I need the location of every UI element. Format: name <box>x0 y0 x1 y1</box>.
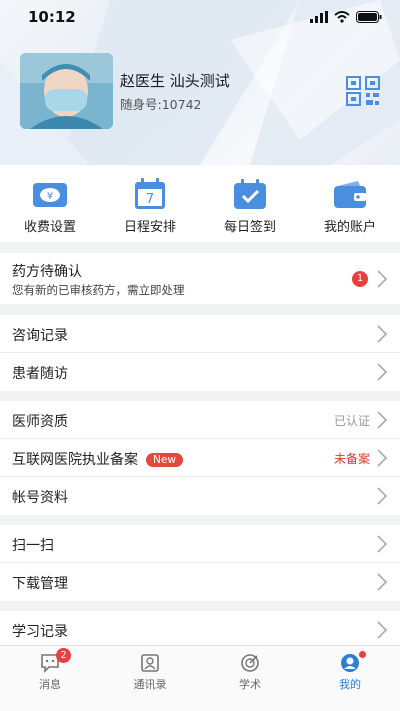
chevron-right-icon <box>377 535 387 553</box>
tab-label: 消息 <box>39 678 61 691</box>
doctor-id: 随身号:10742 <box>120 97 202 112</box>
quick-action-label: 每日签到 <box>223 220 276 235</box>
calendar-icon: 7 <box>135 178 165 209</box>
wifi-icon <box>334 11 350 23</box>
quick-action-fee-settings[interactable]: ¥ 收费设置 <box>0 165 100 242</box>
row-title: 药方待确认 <box>12 264 82 280</box>
new-tag: New <box>146 453 183 467</box>
checkin-icon <box>234 179 266 209</box>
row-title: 下载管理 <box>12 576 68 592</box>
tab-label: 学术 <box>239 678 261 691</box>
contacts-icon <box>141 654 159 672</box>
row-title: 医师资质 <box>12 414 68 430</box>
avatar[interactable] <box>20 53 113 129</box>
physician-qualification-row[interactable]: 医师资质 已认证 <box>0 401 400 439</box>
notification-badge: 1 <box>352 271 368 287</box>
scan-row[interactable]: 扫一扫 <box>0 525 400 563</box>
status-bar: 10:12 <box>0 0 400 34</box>
chevron-right-icon <box>377 621 387 639</box>
notification-dot <box>359 651 366 658</box>
quick-action-account[interactable]: 我的账户 <box>300 165 400 242</box>
tools-section: 扫一扫 下载管理 <box>0 525 400 601</box>
signal-icon <box>310 11 328 23</box>
chevron-right-icon <box>377 573 387 591</box>
wallet-icon <box>334 181 366 208</box>
chevron-right-icon <box>377 270 387 288</box>
tab-badge: 2 <box>56 648 71 663</box>
quick-action-label: 收费设置 <box>23 220 76 235</box>
chevron-right-icon <box>377 487 387 505</box>
tab-academic[interactable]: 学术 <box>200 646 300 711</box>
qr-code-icon[interactable] <box>346 76 380 106</box>
quick-action-schedule[interactable]: 7 日程安排 <box>100 165 200 242</box>
download-manager-row[interactable]: 下载管理 <box>0 563 400 601</box>
status-icons <box>310 11 382 23</box>
row-title: 扫一扫 <box>12 538 54 554</box>
fee-icon: ¥ <box>33 183 67 207</box>
quick-action-label: 日程安排 <box>123 220 176 235</box>
user-icon <box>341 654 359 672</box>
learning-section: 学习记录 <box>0 611 400 649</box>
prescription-pending-row[interactable]: 药方待确认 您有新的已审核药方，需立即处理 1 <box>0 253 400 304</box>
chevron-right-icon <box>377 363 387 381</box>
row-subtitle: 您有新的已审核药方，需立即处理 <box>12 283 185 297</box>
status-time: 10:12 <box>28 8 76 26</box>
row-title: 帐号资料 <box>12 490 68 506</box>
tab-messages[interactable]: 2 消息 <box>0 646 100 711</box>
svg-text:7: 7 <box>146 192 154 207</box>
chevron-right-icon <box>377 325 387 343</box>
account-info-row[interactable]: 帐号资料 <box>0 477 400 515</box>
prescription-section: 药方待确认 您有新的已审核药方，需立即处理 1 <box>0 253 400 304</box>
row-title: 学习记录 <box>12 624 68 640</box>
target-icon <box>241 654 259 672</box>
records-section: 咨询记录 患者随访 <box>0 315 400 391</box>
row-title: 互联网医院执业备案 New <box>12 449 183 469</box>
doctor-name: 赵医生 汕头测试 <box>120 72 230 90</box>
quick-actions-bar: ¥ 收费设置 7 日程安排 每日签到 我的账户 <box>0 165 400 242</box>
profile-header: 10:12 赵医生 汕头测试 随身号:10742 <box>0 0 400 165</box>
doctor-avatar-image <box>20 53 113 129</box>
chevron-right-icon <box>377 449 387 467</box>
chevron-right-icon <box>377 411 387 429</box>
status-text: 未备案 <box>333 452 370 466</box>
row-title: 患者随访 <box>12 366 68 382</box>
quick-action-checkin[interactable]: 每日签到 <box>200 165 300 242</box>
tab-contacts[interactable]: 通讯录 <box>100 646 200 711</box>
learning-records-row[interactable]: 学习记录 <box>0 611 400 649</box>
battery-icon <box>356 11 382 23</box>
quick-action-label: 我的账户 <box>323 220 376 235</box>
hospital-filing-row[interactable]: 互联网医院执业备案 New 未备案 <box>0 439 400 477</box>
consult-records-row[interactable]: 咨询记录 <box>0 315 400 353</box>
patient-followup-row[interactable]: 患者随访 <box>0 353 400 391</box>
tab-mine[interactable]: 我的 <box>300 646 400 711</box>
tab-label: 通讯录 <box>133 678 167 691</box>
qualification-section: 医师资质 已认证 互联网医院执业备案 New 未备案 帐号资料 <box>0 401 400 515</box>
row-title-text: 互联网医院执业备案 <box>12 452 138 468</box>
svg-text:¥: ¥ <box>47 191 53 202</box>
bottom-tab-bar: 2 消息 通讯录 学术 我的 <box>0 645 400 711</box>
row-title: 咨询记录 <box>12 328 68 344</box>
status-text: 已认证 <box>333 414 370 428</box>
tab-label: 我的 <box>339 678 361 691</box>
